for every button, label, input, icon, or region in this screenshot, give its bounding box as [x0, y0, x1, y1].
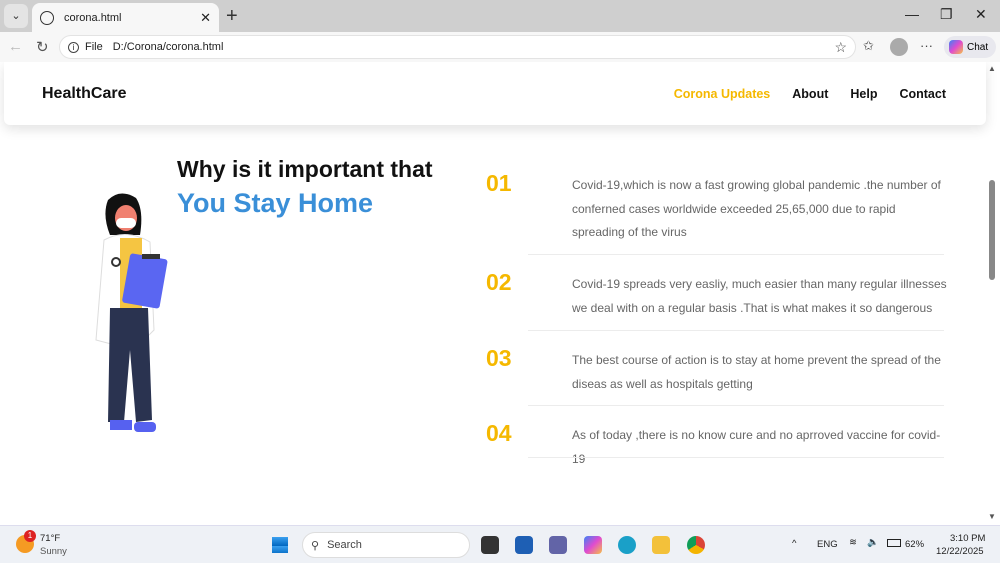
- restore-button[interactable]: ❐: [940, 6, 953, 23]
- divider: [528, 405, 944, 406]
- reload-button[interactable]: ↻: [36, 38, 49, 56]
- nav-help[interactable]: Help: [850, 87, 877, 101]
- item-text: Covid-19,which is now a fast growing glo…: [572, 178, 941, 239]
- search-icon: ⚲: [311, 539, 320, 552]
- address-bar-row: ← ↻ i File D:/Corona/corona.html ☆ ✩ ···…: [0, 32, 1000, 62]
- scroll-down-icon[interactable]: ▼: [988, 512, 996, 521]
- clock-time[interactable]: 3:10 PM: [950, 533, 985, 544]
- weather-badge: 1: [24, 530, 36, 542]
- nav-contact[interactable]: Contact: [899, 87, 946, 101]
- info-icon[interactable]: i: [68, 41, 79, 53]
- copilot-chat-button[interactable]: Chat: [944, 36, 996, 58]
- tab-list-button[interactable]: ⌄: [4, 4, 28, 28]
- divider: [528, 457, 944, 458]
- weather-temp: 71°F: [40, 533, 61, 544]
- item-number: 04: [486, 420, 512, 446]
- tab-active[interactable]: corona.html ✕: [32, 3, 219, 32]
- copilot-icon[interactable]: [584, 536, 602, 554]
- minimize-button[interactable]: —: [905, 6, 919, 22]
- globe-icon: [40, 10, 54, 25]
- item-number: 01: [486, 170, 512, 196]
- divider: [528, 330, 944, 331]
- tab-strip: ⌄ corona.html ✕ + — ❐ ✕: [0, 0, 1000, 32]
- item-text: Covid-19 spreads very easliy, much easie…: [572, 277, 947, 315]
- item-text: The best course of action is to stay at …: [572, 353, 941, 391]
- nav-menu: Corona Updates About Help Contact: [674, 87, 946, 101]
- task-view-icon[interactable]: [481, 536, 499, 554]
- chat-label: Chat: [967, 41, 989, 53]
- taskbar: 1 71°F Sunny ⚲ Search ^ ENG ≋ 🔈 62% 3:10 …: [0, 525, 1000, 563]
- favorites-icon[interactable]: ✩: [863, 38, 874, 54]
- nav-corona-updates[interactable]: Corona Updates: [674, 87, 771, 101]
- more-icon[interactable]: ···: [920, 38, 933, 53]
- store-icon[interactable]: [515, 536, 533, 554]
- battery-icon[interactable]: [887, 539, 901, 547]
- scrollbar[interactable]: ▲ ▼: [987, 62, 997, 523]
- back-button[interactable]: ←: [8, 38, 23, 55]
- scrollbar-thumb[interactable]: [989, 180, 995, 280]
- tab-title: corona.html: [64, 11, 122, 24]
- url-scheme: File: [85, 41, 103, 53]
- item-number: 02: [486, 269, 512, 295]
- edge-icon[interactable]: [618, 536, 636, 554]
- weather-desc: Sunny: [40, 546, 67, 557]
- clock-date[interactable]: 12/22/2025: [936, 546, 984, 557]
- tray-chevron-icon[interactable]: ^: [792, 538, 796, 549]
- close-tab-icon[interactable]: ✕: [200, 10, 211, 26]
- new-tab-button[interactable]: +: [226, 5, 238, 28]
- scroll-up-icon[interactable]: ▲: [988, 64, 996, 73]
- wifi-icon[interactable]: ≋: [849, 537, 857, 548]
- nav-about[interactable]: About: [792, 87, 828, 101]
- item-text: As of today ,there is no know cure and n…: [572, 428, 941, 466]
- language-indicator[interactable]: ENG: [817, 539, 838, 550]
- close-window-button[interactable]: ✕: [975, 6, 987, 23]
- doctor-illustration: [95, 193, 168, 432]
- page-content: HealthCare Corona Updates About Help Con…: [0, 62, 1000, 523]
- section-title: Why is it important that: [177, 156, 433, 182]
- favorite-star-icon[interactable]: ☆: [834, 39, 847, 56]
- teams-icon[interactable]: [549, 536, 567, 554]
- start-icon[interactable]: [271, 536, 289, 554]
- address-bar[interactable]: i File D:/Corona/corona.html ☆: [59, 35, 856, 59]
- divider: [528, 254, 944, 255]
- url-text: D:/Corona/corona.html: [112, 41, 224, 53]
- profile-avatar[interactable]: [890, 38, 908, 56]
- copilot-icon: [949, 40, 963, 54]
- site-navbar: HealthCare Corona Updates About Help Con…: [4, 62, 986, 125]
- battery-percent: 62%: [905, 539, 925, 550]
- volume-icon[interactable]: 🔈: [867, 537, 879, 548]
- chrome-icon[interactable]: [687, 536, 705, 554]
- file-explorer-icon[interactable]: [652, 536, 670, 554]
- item-number: 03: [486, 345, 512, 371]
- brand-logo[interactable]: HealthCare: [42, 85, 126, 103]
- taskbar-search[interactable]: ⚲ Search: [302, 532, 470, 558]
- section-title-highlight: You Stay Home: [177, 188, 374, 218]
- search-label: Search: [327, 539, 362, 551]
